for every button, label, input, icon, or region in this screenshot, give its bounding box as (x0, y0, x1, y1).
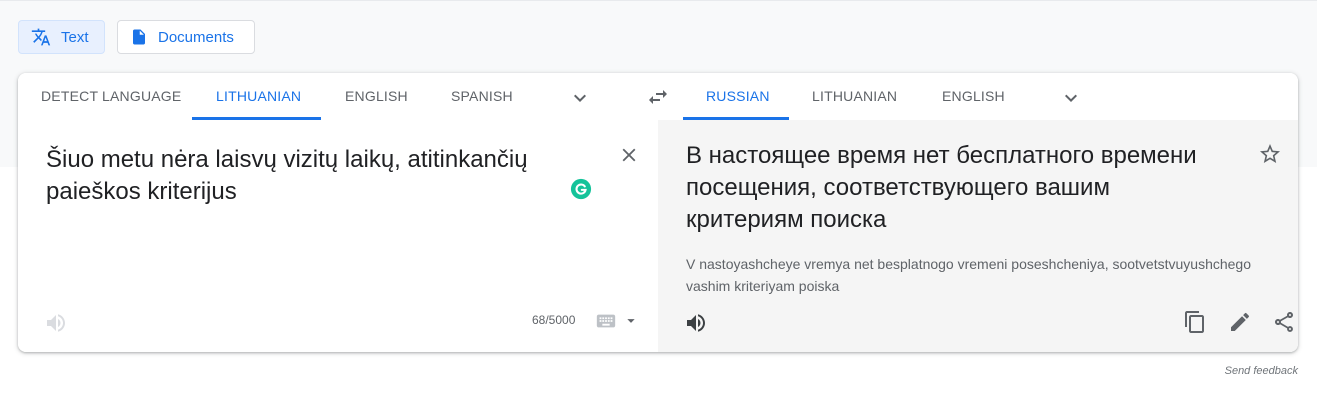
speaker-icon[interactable] (684, 311, 708, 340)
transliteration-text: V nastoyashcheye vremya net besplatnogo … (686, 256, 1252, 294)
target-lang-english[interactable]: English (942, 73, 1005, 119)
swap-languages-icon[interactable] (646, 85, 670, 114)
translation-card: Detect language Lithuanian English Spani… (18, 73, 1298, 352)
chevron-down-icon[interactable] (1059, 86, 1083, 115)
target-panel: В настоящее время нет бесплатного времен… (658, 120, 1298, 352)
text-mode-button[interactable]: Text (18, 20, 105, 54)
keyboard-icon[interactable] (595, 310, 617, 337)
translated-text: В настоящее время нет бесплатного времен… (686, 142, 1197, 233)
language-bar: Detect language Lithuanian English Spani… (18, 73, 1298, 121)
send-feedback-link[interactable]: Send feedback (1225, 365, 1298, 377)
share-icon[interactable] (1272, 310, 1296, 339)
documents-mode-label: Documents (158, 28, 234, 46)
text-mode-label: Text (61, 28, 89, 46)
keyboard-dropdown-icon[interactable] (623, 310, 639, 337)
star-icon[interactable] (1258, 142, 1282, 171)
grammarly-icon[interactable] (570, 178, 592, 205)
source-panel: Šiuo metu nėra laisvų vizitų laikų, atit… (18, 120, 658, 352)
translate-icon (31, 27, 51, 47)
source-lang-lithuanian[interactable]: Lithuanian (216, 73, 301, 119)
pencil-icon[interactable] (1228, 310, 1252, 339)
copy-icon[interactable] (1183, 310, 1207, 339)
chevron-down-icon[interactable] (568, 86, 592, 115)
close-icon[interactable] (618, 144, 640, 171)
documents-mode-button[interactable]: Documents (117, 20, 255, 54)
target-lang-lithuanian[interactable]: Lithuanian (812, 73, 897, 119)
source-lang-spanish[interactable]: Spanish (451, 73, 513, 119)
source-lang-detect[interactable]: Detect language (41, 73, 181, 119)
character-counter: 68/5000 (532, 313, 576, 327)
source-text-input[interactable]: Šiuo metu nėra laisvų vizitų laikų, atit… (46, 144, 576, 208)
speaker-icon[interactable] (44, 311, 68, 340)
target-lang-russian[interactable]: Russian (706, 73, 770, 119)
source-lang-english[interactable]: English (345, 73, 408, 119)
document-icon (130, 27, 148, 47)
